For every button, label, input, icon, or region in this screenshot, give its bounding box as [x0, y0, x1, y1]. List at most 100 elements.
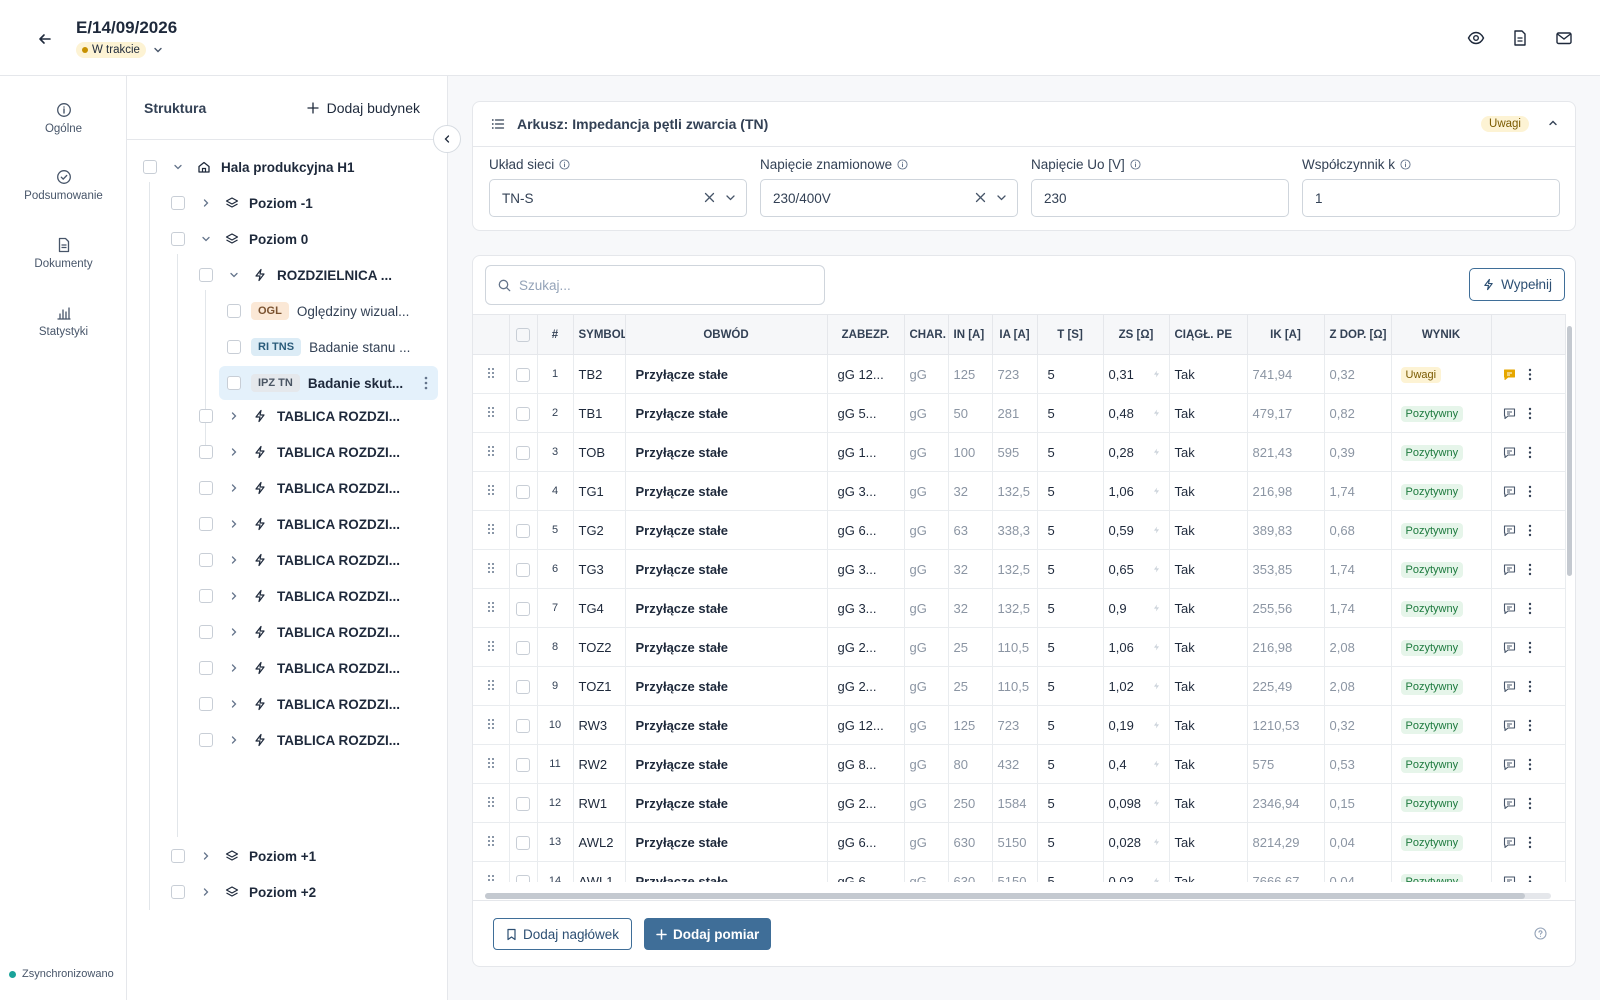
- pe-cell[interactable]: Tak: [1169, 432, 1248, 472]
- lightning-icon[interactable]: [1152, 837, 1161, 847]
- protection-cell[interactable]: gG 3...: [827, 471, 905, 511]
- protection-cell[interactable]: gG 12...: [827, 705, 905, 745]
- add-measurement-button[interactable]: Dodaj pomiar: [644, 918, 772, 950]
- tree-checkbox[interactable]: [171, 885, 185, 899]
- ia-cell[interactable]: 595: [992, 432, 1038, 472]
- drag-handle-icon[interactable]: [487, 484, 495, 496]
- row-checkbox[interactable]: [516, 718, 530, 733]
- circuit-cell[interactable]: Przyłącze stałe: [625, 354, 828, 394]
- chevron-right-icon[interactable]: [227, 481, 241, 495]
- comment-icon[interactable]: [1503, 719, 1516, 732]
- lightning-icon[interactable]: [1152, 720, 1161, 730]
- clear-icon[interactable]: [975, 192, 986, 203]
- tree-checkbox[interactable]: [171, 232, 185, 246]
- drag-handle-icon[interactable]: [487, 445, 495, 457]
- circuit-cell[interactable]: Przyłącze stałe: [625, 549, 828, 589]
- tree-item-level-plus1[interactable]: Poziom +1: [171, 839, 316, 873]
- more-vertical-icon[interactable]: [1528, 524, 1532, 537]
- char-cell[interactable]: gG: [904, 588, 949, 628]
- lightning-icon[interactable]: [1152, 798, 1161, 808]
- fill-button[interactable]: Wypełnij: [1469, 268, 1565, 301]
- t-cell[interactable]: 5: [1037, 510, 1104, 550]
- t-cell[interactable]: 5: [1037, 549, 1104, 589]
- row-checkbox[interactable]: [516, 601, 530, 616]
- row-checkbox[interactable]: [516, 796, 530, 811]
- pe-cell[interactable]: Tak: [1169, 549, 1248, 589]
- collapse-panel-button[interactable]: [433, 125, 461, 153]
- circuit-cell[interactable]: Przyłącze stałe: [625, 627, 828, 667]
- symbol-cell[interactable]: TOZ2: [573, 627, 626, 667]
- status-dropdown[interactable]: W trakcie: [76, 42, 164, 58]
- drag-handle-icon[interactable]: [487, 367, 495, 379]
- zs-cell[interactable]: 1,02: [1103, 666, 1170, 706]
- circuit-cell[interactable]: Przyłącze stałe: [625, 861, 828, 882]
- char-cell[interactable]: gG: [904, 510, 949, 550]
- symbol-cell[interactable]: TG2: [573, 510, 626, 550]
- row-checkbox[interactable]: [516, 406, 530, 421]
- in-cell[interactable]: 25: [948, 666, 993, 706]
- drag-handle-icon[interactable]: [487, 562, 495, 574]
- pe-cell[interactable]: Tak: [1169, 744, 1248, 784]
- circuit-cell[interactable]: Przyłącze stałe: [625, 471, 828, 511]
- drag-handle-icon[interactable]: [487, 523, 495, 535]
- char-cell[interactable]: gG: [904, 549, 949, 589]
- tree-checkbox[interactable]: [199, 625, 213, 639]
- row-checkbox[interactable]: [516, 640, 530, 655]
- nominal-voltage-select[interactable]: 230/400V: [760, 179, 1018, 217]
- network-type-select[interactable]: TN-S: [489, 179, 747, 217]
- ia-cell[interactable]: 110,5: [992, 627, 1038, 667]
- column-header[interactable]: ZABEZP.: [827, 314, 905, 355]
- nav-item-summary[interactable]: Podsumowanie: [0, 169, 127, 202]
- table-row[interactable]: 6 TG3 Przyłącze stałe gG 3... gG 32 132,5 5 0,65…: [473, 549, 1566, 589]
- t-cell[interactable]: 5: [1037, 393, 1104, 433]
- pe-cell[interactable]: Tak: [1169, 705, 1248, 745]
- pe-cell[interactable]: Tak: [1169, 471, 1248, 511]
- tree-checkbox[interactable]: [199, 589, 213, 603]
- row-checkbox[interactable]: [516, 679, 530, 694]
- nav-item-statistics[interactable]: Statystyki: [0, 305, 127, 338]
- in-cell[interactable]: 32: [948, 471, 993, 511]
- t-cell[interactable]: 5: [1037, 354, 1104, 394]
- protection-cell[interactable]: gG 3...: [827, 588, 905, 628]
- pe-cell[interactable]: Tak: [1169, 510, 1248, 550]
- zs-cell[interactable]: 0,4: [1103, 744, 1170, 784]
- protection-cell[interactable]: gG 5...: [827, 393, 905, 433]
- column-header[interactable]: #: [537, 314, 574, 355]
- chevron-down-icon[interactable]: [725, 192, 736, 203]
- clear-icon[interactable]: [704, 192, 715, 203]
- protection-cell[interactable]: gG 12...: [827, 354, 905, 394]
- table-row[interactable]: 3 TOB Przyłącze stałe gG 1... gG 100 595 5 0,28 T…: [473, 432, 1566, 472]
- uo-voltage-input[interactable]: 230: [1031, 179, 1289, 217]
- char-cell[interactable]: gG: [904, 666, 949, 706]
- tree-checkbox[interactable]: [199, 733, 213, 747]
- drag-handle-icon[interactable]: [487, 679, 495, 691]
- symbol-cell[interactable]: AWL2: [573, 822, 626, 862]
- table-row[interactable]: 13 AWL2 Przyłącze stałe gG 6... gG 630 5150 5 0,…: [473, 822, 1566, 862]
- column-header[interactable]: WYNIK: [1391, 314, 1492, 355]
- column-header[interactable]: IA [A]: [992, 314, 1038, 355]
- horizontal-scrollbar[interactable]: [485, 893, 1551, 899]
- in-cell[interactable]: 32: [948, 588, 993, 628]
- more-vertical-icon[interactable]: [1528, 641, 1532, 654]
- column-header[interactable]: CIĄGŁ. PE: [1169, 314, 1248, 355]
- table-row[interactable]: 10 RW3 Przyłącze stałe gG 12... gG 125 723 5 0,1…: [473, 705, 1566, 745]
- more-vertical-icon[interactable]: [1528, 680, 1532, 693]
- protection-cell[interactable]: gG 8...: [827, 744, 905, 784]
- tree-item-level-minus1[interactable]: Poziom -1: [171, 186, 313, 220]
- more-vertical-icon[interactable]: [1528, 485, 1532, 498]
- tree-item-board[interactable]: TABLICA ROZDZI...: [199, 471, 400, 505]
- symbol-cell[interactable]: AWL1: [573, 861, 626, 882]
- comment-icon[interactable]: [1503, 680, 1516, 693]
- tree-item-level-plus2[interactable]: Poziom +2: [171, 875, 316, 909]
- more-vertical-icon[interactable]: [424, 376, 428, 390]
- ia-cell[interactable]: 110,5: [992, 666, 1038, 706]
- t-cell[interactable]: 5: [1037, 861, 1104, 882]
- column-header[interactable]: IN [A]: [948, 314, 993, 355]
- protection-cell[interactable]: gG 2...: [827, 666, 905, 706]
- column-header[interactable]: ZS [Ω]: [1103, 314, 1170, 355]
- ia-cell[interactable]: 5150: [992, 861, 1038, 882]
- comment-icon[interactable]: [1503, 368, 1516, 381]
- table-row[interactable]: 12 RW1 Przyłącze stałe gG 2... gG 250 1584 5 0,0…: [473, 783, 1566, 823]
- in-cell[interactable]: 25: [948, 627, 993, 667]
- tree-item-loop-impedance[interactable]: IPZ TN Badanie skut...: [219, 366, 438, 400]
